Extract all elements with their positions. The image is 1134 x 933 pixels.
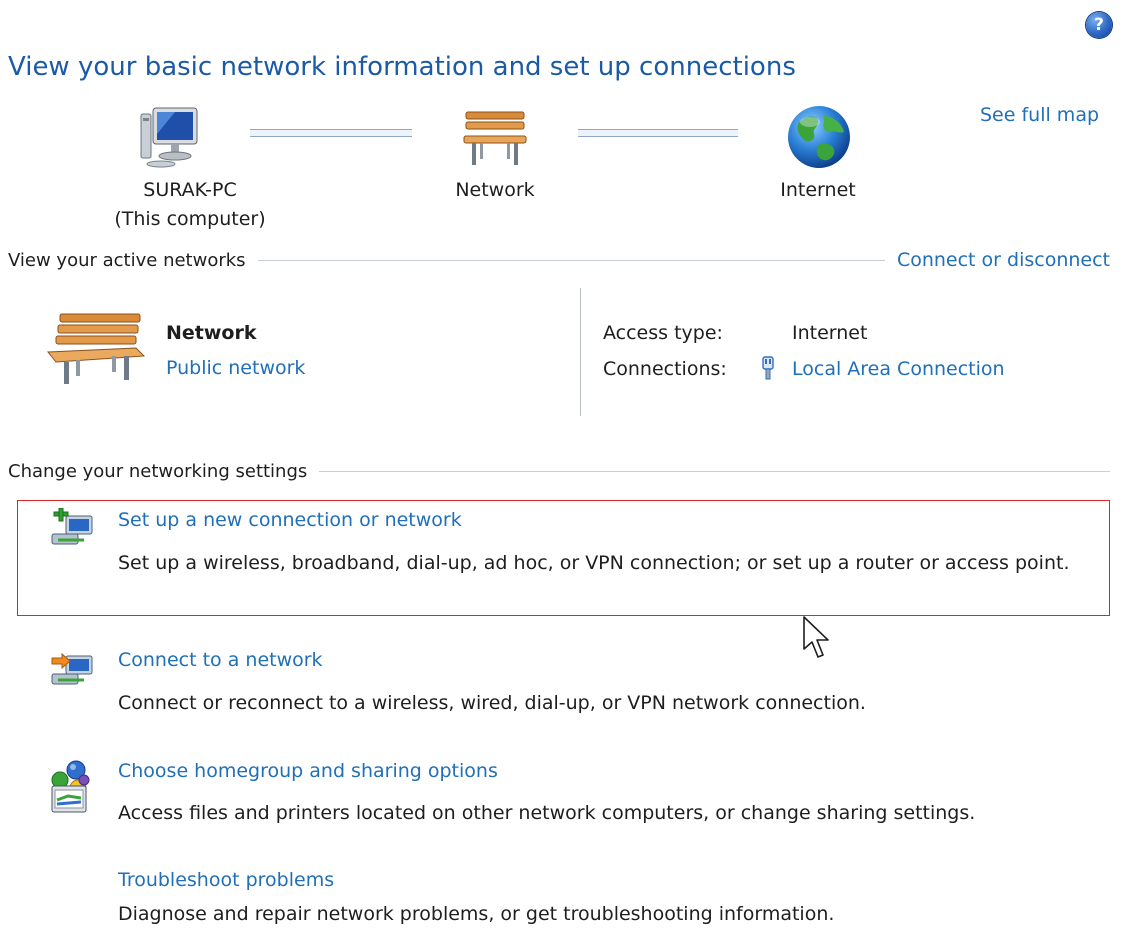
troubleshoot-link[interactable]: Troubleshoot problems bbox=[118, 869, 334, 891]
bench-icon[interactable] bbox=[460, 104, 530, 174]
map-connector-line bbox=[578, 129, 738, 137]
active-network-name: Network bbox=[166, 322, 257, 344]
network-category-link[interactable]: Public network bbox=[166, 357, 305, 379]
active-network-bench-icon bbox=[46, 308, 146, 388]
new-connection-icon bbox=[50, 507, 94, 548]
active-networks-title: View your active networks bbox=[8, 249, 246, 271]
connect-network-icon bbox=[50, 648, 94, 688]
connect-to-network-description: Connect or reconnect to a wireless, wire… bbox=[118, 692, 866, 714]
local-area-connection-link[interactable]: Local Area Connection bbox=[792, 358, 1005, 380]
see-full-map-link[interactable]: See full map bbox=[980, 104, 1099, 126]
section-divider bbox=[319, 470, 1110, 472]
help-icon[interactable]: ? bbox=[1086, 12, 1112, 38]
ethernet-plug-icon bbox=[760, 356, 776, 382]
page-title: View your basic network information and … bbox=[8, 52, 796, 82]
setup-connection-description: Set up a wireless, broadband, dial-up, a… bbox=[118, 552, 1070, 574]
help-glyph: ? bbox=[1094, 15, 1104, 35]
computer-name: SURAK-PC bbox=[143, 179, 237, 201]
mouse-cursor-icon bbox=[802, 615, 832, 661]
globe-icon[interactable] bbox=[784, 102, 854, 172]
connect-or-disconnect-link[interactable]: Connect or disconnect bbox=[897, 249, 1110, 271]
homegroup-description: Access files and printers located on oth… bbox=[118, 802, 976, 824]
vertical-divider bbox=[580, 288, 581, 416]
troubleshoot-description: Diagnose and repair network problems, or… bbox=[118, 903, 835, 925]
internet-label: Internet bbox=[780, 179, 856, 201]
active-networks-header: View your active networks Connect or dis… bbox=[8, 248, 1110, 272]
access-type-label: Access type: bbox=[603, 322, 723, 344]
section-divider bbox=[257, 259, 885, 261]
connections-label: Connections: bbox=[603, 358, 727, 380]
access-type-value: Internet bbox=[792, 322, 868, 344]
setup-connection-link[interactable]: Set up a new connection or network bbox=[118, 509, 462, 531]
connect-to-network-link[interactable]: Connect to a network bbox=[118, 649, 323, 671]
computer-label: SURAK-PC (This computer) bbox=[110, 176, 270, 234]
network-label: Network bbox=[455, 179, 535, 201]
homegroup-link[interactable]: Choose homegroup and sharing options bbox=[118, 760, 498, 782]
troubleshoot-icon bbox=[48, 782, 92, 818]
settings-header: Change your networking settings bbox=[8, 459, 1110, 483]
computer-icon[interactable] bbox=[135, 104, 205, 174]
computer-subtitle: (This computer) bbox=[114, 208, 266, 230]
settings-title: Change your networking settings bbox=[8, 460, 308, 482]
map-connector-line bbox=[250, 129, 412, 137]
